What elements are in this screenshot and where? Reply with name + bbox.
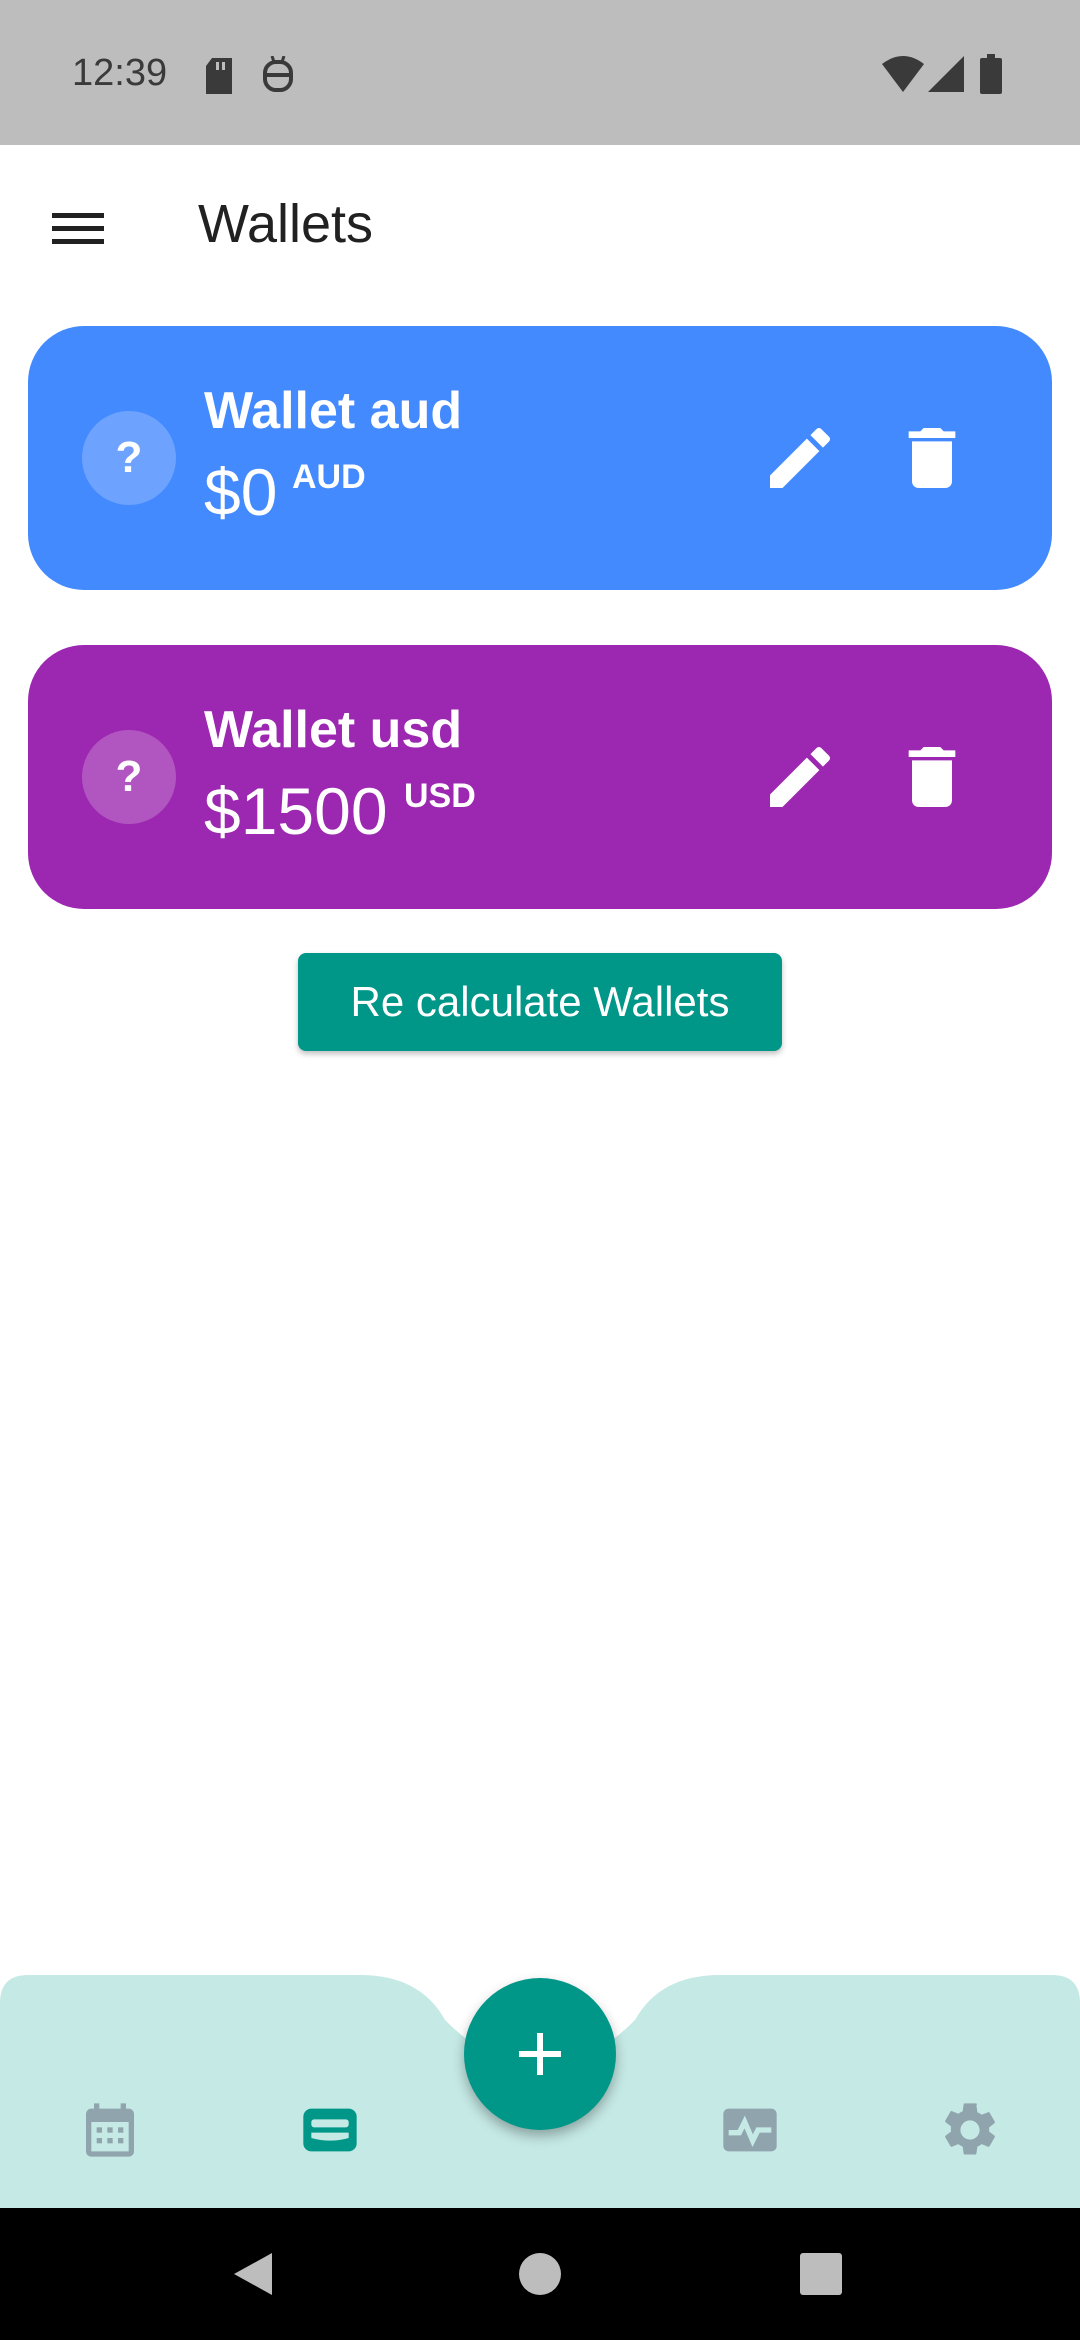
battery-icon — [980, 54, 1002, 94]
gear-icon[interactable] — [938, 2098, 1002, 2162]
add-button[interactable] — [464, 1978, 616, 2130]
sd-card-icon — [206, 58, 232, 94]
wallet-name: Wallet aud — [204, 382, 463, 440]
back-icon[interactable] — [232, 2251, 274, 2297]
wallet-avatar: ? — [82, 730, 176, 824]
calendar-icon[interactable] — [78, 2098, 142, 2162]
vpn-robot-icon — [263, 56, 293, 92]
plus-icon — [519, 2033, 561, 2075]
trash-icon[interactable] — [892, 737, 972, 817]
wallet-icon[interactable] — [298, 2098, 362, 2162]
wallet-balance: $1500 — [204, 774, 388, 848]
status-bar: 12:39 — [0, 0, 1080, 145]
recents-icon[interactable] — [800, 2253, 842, 2295]
wallet-card-aud[interactable]: ? Wallet aud $0 AUD — [28, 326, 1052, 590]
recalculate-wallets-button[interactable]: Re calculate Wallets — [298, 953, 782, 1051]
wallet-currency: AUD — [292, 458, 366, 496]
wallet-avatar: ? — [82, 411, 176, 505]
system-nav-bar — [0, 2208, 1080, 2340]
wallet-balance: $0 — [204, 455, 278, 529]
activity-chart-icon[interactable] — [718, 2098, 782, 2162]
pencil-icon[interactable] — [760, 418, 840, 498]
trash-icon[interactable] — [892, 418, 972, 498]
hamburger-menu-icon[interactable] — [40, 190, 116, 266]
wifi-icon — [882, 56, 924, 92]
page-title: Wallets — [198, 194, 374, 254]
home-icon[interactable] — [518, 2252, 562, 2296]
app-bar: Wallets — [0, 145, 1080, 305]
wallet-currency: USD — [404, 777, 476, 815]
wallet-card-usd[interactable]: ? Wallet usd $1500 USD — [28, 645, 1052, 909]
signal-icon — [928, 56, 964, 92]
pencil-icon[interactable] — [760, 737, 840, 817]
status-time: 12:39 — [72, 52, 168, 94]
wallet-name: Wallet usd — [204, 701, 463, 759]
